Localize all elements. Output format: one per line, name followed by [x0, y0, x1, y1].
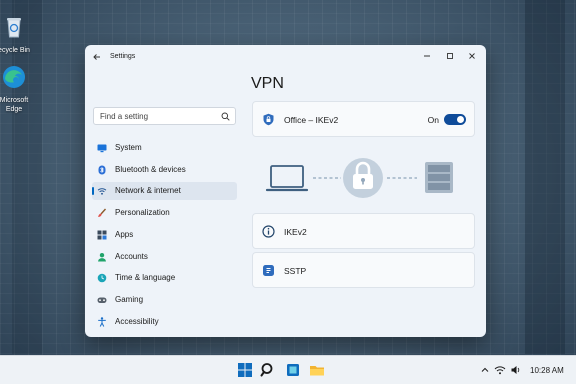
volume-icon[interactable] [510, 364, 522, 376]
file-explorer-icon[interactable] [308, 361, 326, 379]
nav-item-system[interactable]: System [92, 139, 237, 157]
vpn-type-ikev2-card[interactable]: IKEv2 [252, 213, 475, 249]
recycle-bin-icon [7, 18, 21, 38]
nav-item-label: Time & language [115, 273, 176, 282]
nav-item-network-internet[interactable]: Network & internet [92, 182, 237, 200]
info-icon [262, 225, 275, 238]
nav-item-label: Apps [115, 230, 134, 239]
clock[interactable]: 10:28 AM [530, 366, 564, 375]
minimize-icon [424, 55, 430, 57]
nav-item-time-language[interactable]: Time & language [92, 269, 237, 287]
laptop-icon [265, 165, 309, 192]
vpn-connection-diagram [265, 158, 453, 198]
desktop-icon-label: ecycle Bin [0, 47, 30, 54]
nav-item-label: Accessibility [115, 317, 159, 326]
gamepad-icon [97, 297, 107, 303]
ssl-shield-icon [263, 265, 274, 276]
globe-clock-icon [97, 273, 107, 283]
vpn-shield-icon [263, 113, 274, 126]
taskbar: 10:28 AM [0, 355, 576, 384]
nav-item-gaming[interactable]: Gaming [92, 291, 237, 309]
toggle-status-text: On [427, 115, 439, 125]
toggle-knob [457, 116, 464, 123]
bluetooth-icon [98, 165, 106, 175]
start-icon[interactable] [236, 361, 254, 379]
brush-icon [98, 208, 107, 217]
vpn-type-label: IKEv2 [284, 227, 307, 237]
chevron-up-icon[interactable] [479, 364, 491, 376]
maximize-icon [447, 53, 453, 59]
search-input[interactable] [100, 111, 218, 122]
nav-item-label: Personalization [115, 208, 170, 217]
nav-item-accounts[interactable]: Accounts [92, 248, 237, 266]
vpn-connection-name: Office – IKEv2 [284, 115, 339, 125]
monitor-icon [97, 144, 107, 153]
vpn-type-sstp-card[interactable]: SSTP [252, 252, 475, 288]
arrow-left-icon [93, 54, 100, 60]
lock-icon [343, 158, 383, 198]
search-icon[interactable] [221, 112, 230, 121]
vpn-type-label: SSTP [284, 266, 307, 276]
vpn-connection-card[interactable]: Office – IKEv2 On [252, 101, 475, 137]
nav-item-label: Network & internet [115, 186, 181, 195]
maximize-button[interactable] [443, 49, 457, 63]
nav-item-label: Accounts [115, 252, 148, 261]
minimize-button[interactable] [420, 49, 434, 63]
wifi-icon [97, 188, 107, 195]
vpn-toggle-switch[interactable] [444, 114, 466, 125]
server-icon [425, 162, 453, 193]
back-button[interactable] [91, 51, 103, 63]
window-title: Settings [110, 53, 136, 60]
search-box[interactable] [93, 107, 236, 125]
search-icon[interactable] [259, 361, 277, 379]
nav-item-label: Bluetooth & devices [115, 165, 186, 174]
nav-item-label: Gaming [115, 295, 144, 304]
nav-item-label: System [115, 143, 142, 152]
nav-item-accessibility[interactable]: Accessibility [92, 313, 237, 331]
nav-item-personalization[interactable]: Personalization [92, 204, 237, 222]
account-icon [98, 253, 106, 262]
nav-item-apps[interactable]: Apps [92, 226, 237, 244]
close-icon [469, 53, 475, 59]
wifi-icon[interactable] [494, 364, 506, 376]
desktop-icon-edge[interactable]: Microsoft Edge [0, 64, 42, 114]
store-icon[interactable] [284, 361, 302, 379]
wallpaper-shape [525, 0, 565, 354]
title-bar: Settings [85, 45, 486, 69]
desktop-icon-label: Microsoft [0, 97, 29, 104]
nav-item-bluetooth-devices[interactable]: Bluetooth & devices [92, 161, 237, 179]
desktop-icon-recycle-bin[interactable]: ecycle Bin [0, 14, 42, 55]
desktop-icon-label: Edge [5, 106, 23, 113]
accessibility-icon [98, 317, 106, 327]
page-title: VPN [251, 75, 284, 92]
apps-icon [97, 230, 107, 240]
edge-icon [3, 66, 25, 88]
settings-window: Settings System Bluetooth & devices [85, 45, 486, 337]
close-button[interactable] [465, 49, 479, 63]
